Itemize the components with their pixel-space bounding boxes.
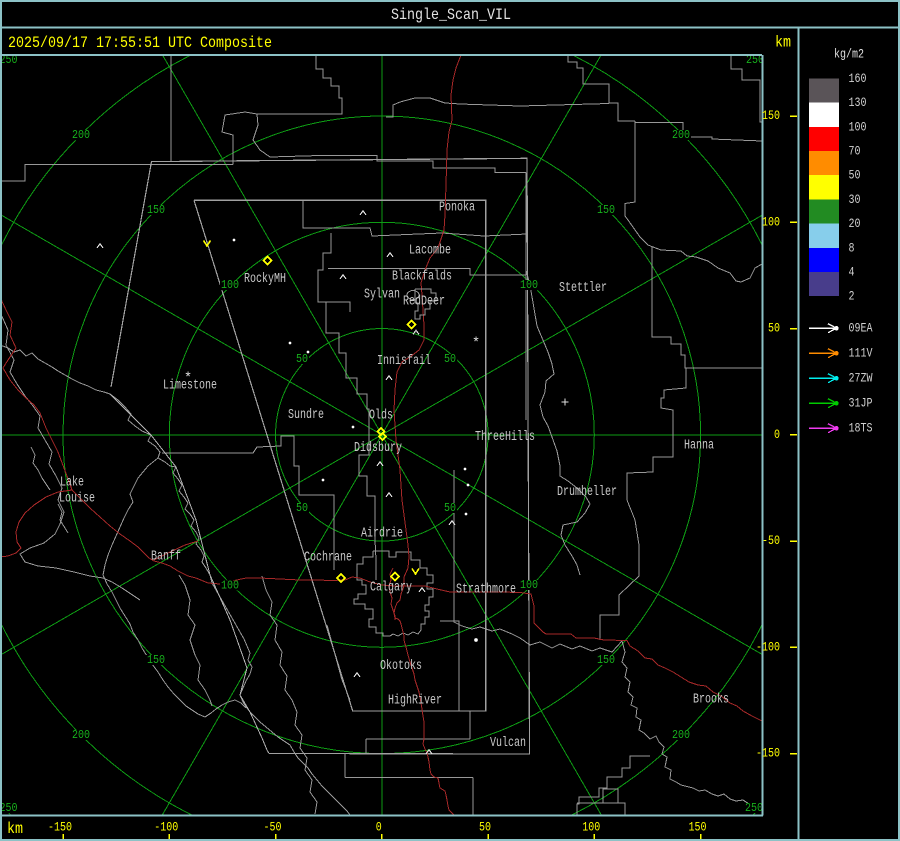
svg-text:-150: -150 <box>48 821 72 835</box>
svg-text:250: 250 <box>745 801 763 815</box>
svg-text:27ZW: 27ZW <box>849 372 873 386</box>
svg-text:0: 0 <box>774 428 780 442</box>
svg-text:150: 150 <box>147 653 165 667</box>
svg-text:Calgary: Calgary <box>370 581 412 596</box>
svg-text:Airdrie: Airdrie <box>361 527 403 542</box>
svg-text:Cochrane: Cochrane <box>304 551 352 566</box>
svg-text:-50: -50 <box>264 821 282 835</box>
svg-text:50: 50 <box>296 501 308 515</box>
svg-text:*: * <box>472 337 480 352</box>
svg-text:100: 100 <box>762 215 780 229</box>
svg-text:Sylvan: Sylvan <box>364 288 400 303</box>
svg-text:18TS: 18TS <box>849 422 873 436</box>
svg-text:Louise: Louise <box>59 492 95 507</box>
svg-text:160: 160 <box>849 72 867 86</box>
svg-text:Banff: Banff <box>151 550 181 565</box>
svg-text:Vulcan: Vulcan <box>490 736 526 751</box>
svg-text:111V: 111V <box>849 347 873 361</box>
svg-text:09EA: 09EA <box>849 322 873 336</box>
svg-text:Hanna: Hanna <box>684 439 714 454</box>
svg-text:50: 50 <box>296 352 308 366</box>
svg-text:2: 2 <box>849 290 855 304</box>
svg-text:-150: -150 <box>756 747 780 761</box>
svg-text:RedDeer: RedDeer <box>403 295 445 310</box>
svg-text:150: 150 <box>689 821 707 835</box>
svg-text:Lacombe: Lacombe <box>409 244 451 259</box>
svg-text:50: 50 <box>479 821 491 835</box>
svg-text:100: 100 <box>520 578 538 592</box>
svg-text:150: 150 <box>147 203 165 217</box>
svg-text:150: 150 <box>762 109 780 123</box>
svg-text:Sundre: Sundre <box>288 408 324 423</box>
svg-text:-100: -100 <box>154 821 178 835</box>
svg-text:250: 250 <box>0 801 18 815</box>
svg-text:Didsbury: Didsbury <box>354 441 402 456</box>
svg-text:200: 200 <box>672 728 690 742</box>
svg-text:100: 100 <box>221 579 239 593</box>
svg-text:200: 200 <box>72 128 90 142</box>
svg-text:100: 100 <box>582 821 600 835</box>
svg-text:30: 30 <box>849 193 861 207</box>
svg-text:Strathmore: Strathmore <box>456 583 516 598</box>
svg-text:50: 50 <box>849 169 861 183</box>
svg-text:130: 130 <box>849 96 867 110</box>
svg-text:km: km <box>7 820 23 838</box>
svg-text:Lake: Lake <box>60 476 84 491</box>
svg-text:Ponoka: Ponoka <box>439 201 475 216</box>
svg-text:20: 20 <box>849 217 861 231</box>
svg-text:Brooks: Brooks <box>693 693 729 708</box>
svg-text:150: 150 <box>597 653 615 667</box>
svg-text:ThreeHills: ThreeHills <box>475 430 535 445</box>
svg-text:4: 4 <box>849 266 855 280</box>
svg-text:*: * <box>184 372 192 387</box>
svg-text:70: 70 <box>849 145 861 159</box>
svg-text:Stettler: Stettler <box>559 281 607 296</box>
svg-text:HighRiver: HighRiver <box>388 694 442 709</box>
svg-text:RockyMH: RockyMH <box>244 272 286 287</box>
svg-text:200: 200 <box>672 128 690 142</box>
svg-text:2025/09/17 17:55:51 UTC Compos: 2025/09/17 17:55:51 UTC Composite <box>8 34 272 52</box>
svg-text:50: 50 <box>444 501 456 515</box>
svg-text:100: 100 <box>520 278 538 292</box>
svg-text:Okotoks: Okotoks <box>380 659 422 674</box>
svg-text:100: 100 <box>221 278 239 292</box>
svg-text:km: km <box>775 34 791 52</box>
svg-text:200: 200 <box>72 728 90 742</box>
svg-text:0: 0 <box>376 821 382 835</box>
svg-text:Innisfail: Innisfail <box>377 354 431 369</box>
svg-text:50: 50 <box>768 322 780 336</box>
svg-text:kg/m2: kg/m2 <box>834 48 864 62</box>
svg-text:150: 150 <box>597 203 615 217</box>
svg-text:-100: -100 <box>756 640 780 654</box>
svg-text:31JP: 31JP <box>849 397 873 411</box>
svg-text:100: 100 <box>849 120 867 134</box>
svg-text:Single_Scan_VIL: Single_Scan_VIL <box>391 6 511 24</box>
svg-text:Olds: Olds <box>369 409 393 424</box>
svg-text:-50: -50 <box>762 534 780 548</box>
svg-text:Blackfalds: Blackfalds <box>392 270 452 285</box>
svg-text:8: 8 <box>849 241 855 255</box>
svg-text:Drumheller: Drumheller <box>557 485 617 500</box>
svg-text:50: 50 <box>444 352 456 366</box>
